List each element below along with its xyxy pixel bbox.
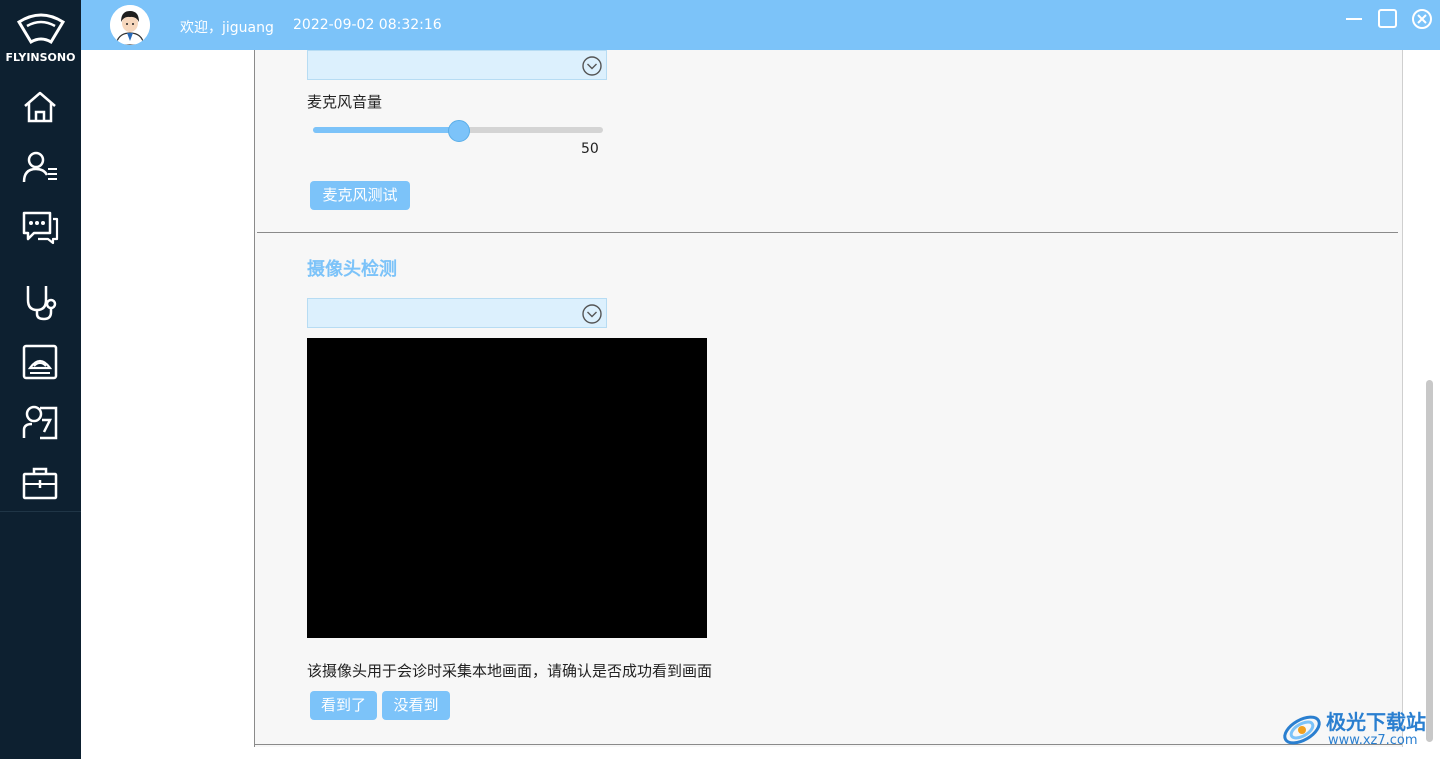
welcome-text: 欢迎，jiguang [180,20,274,36]
sidebar-divider [0,511,81,512]
user-list-icon [22,151,57,183]
home-icon [24,91,56,123]
microphone-select[interactable] [307,50,607,80]
avatar-icon [110,5,150,45]
nav-tools[interactable] [20,463,62,505]
close-button[interactable] [1411,8,1433,30]
watermark-name: 极光下载站 [1326,710,1426,734]
section-divider [257,232,1398,233]
site-watermark: 极光下载站 www.xz7.com [1280,704,1435,754]
mic-volume-slider[interactable] [313,120,603,142]
logo-mark-icon [16,13,66,45]
app-logo: FLYINSONO [0,8,81,66]
consult-icon [22,405,58,440]
mic-test-button[interactable]: 麦克风测试 [310,181,410,210]
watermark-url: www.xz7.com [1328,733,1418,748]
chat-icon [22,211,59,245]
panel-bottom-border [254,744,1402,745]
mic-volume-value: 50 [581,141,599,157]
chevron-down-icon [582,304,602,324]
nav-consult[interactable] [20,402,62,444]
slider-fill [313,127,458,133]
slider-thumb[interactable] [448,120,470,142]
seen-button[interactable]: 看到了 [310,691,377,720]
close-icon [1412,9,1432,29]
chevron-down-icon [582,56,602,76]
nav-home[interactable] [20,87,62,129]
nav-ultrasound[interactable] [20,342,62,384]
sidebar: FLYINSONO [0,0,81,759]
maximize-button[interactable] [1377,8,1399,30]
ultrasound-icon [22,344,58,380]
brand-name: FLYINSONO [5,51,76,64]
user-avatar[interactable] [110,5,150,45]
nav-users[interactable] [20,147,62,189]
settings-panel: 麦克风音量 50 麦克风测试 摄像头检测 该摄像头用于会诊时采集本地画面，请确认… [254,50,1403,747]
not-seen-button[interactable]: 没看到 [382,691,450,720]
nav-diagnosis[interactable] [20,282,62,324]
camera-section-title: 摄像头检测 [307,259,397,280]
scrollbar-thumb[interactable] [1426,380,1433,742]
datetime-text: 2022-09-02 08:32:16 [293,17,442,33]
camera-select[interactable] [307,298,607,328]
minimize-button[interactable] [1343,8,1365,30]
top-bar: 欢迎，jiguang 2022-09-02 08:32:16 [81,0,1440,50]
minimize-icon [1346,18,1362,20]
camera-description: 该摄像头用于会诊时采集本地画面，请确认是否成功看到画面 [307,662,713,680]
toolbox-icon [22,467,58,500]
nav-messages[interactable] [20,207,62,249]
mic-volume-label: 麦克风音量 [307,93,383,111]
camera-preview [307,338,707,638]
maximize-icon [1378,9,1397,28]
watermark-logo-icon [1283,715,1321,745]
stethoscope-icon [26,286,57,321]
